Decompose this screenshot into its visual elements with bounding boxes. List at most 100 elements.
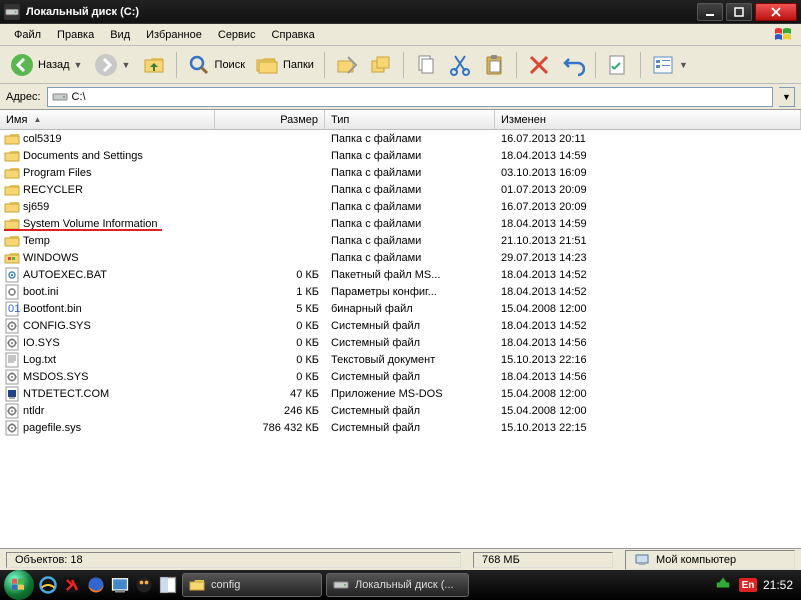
file-row[interactable]: Bootfont.bin5 КБбинарный файл15.04.2008 …: [0, 300, 801, 317]
status-disk: 768 МБ: [473, 552, 613, 568]
file-row[interactable]: RECYCLERПапка с файлами01.07.2013 20:09: [0, 181, 801, 198]
properties-button[interactable]: [602, 51, 634, 79]
language-indicator[interactable]: En: [739, 578, 757, 592]
menu-edit[interactable]: Правка: [49, 27, 102, 43]
col-size[interactable]: Размер: [215, 110, 325, 129]
separator: [176, 52, 177, 78]
file-row[interactable]: TempПапка с файлами21.10.2013 21:51: [0, 232, 801, 249]
forward-button[interactable]: ▼: [90, 51, 136, 79]
separator: [403, 52, 404, 78]
quicklaunch-firefox-icon[interactable]: [86, 575, 106, 595]
close-button[interactable]: [755, 3, 797, 21]
file-type: Системный файл: [325, 371, 495, 383]
col-modified[interactable]: Изменен: [495, 110, 801, 129]
tray-safely-remove-icon[interactable]: [713, 575, 733, 595]
col-type[interactable]: Тип: [325, 110, 495, 129]
folder-icon: [189, 577, 205, 593]
quicklaunch-totalcmd-icon[interactable]: [158, 575, 178, 595]
file-row[interactable]: pagefile.sys786 432 КБСистемный файл15.1…: [0, 419, 801, 436]
file-size: 0 КБ: [215, 354, 325, 366]
status-location: Мой компьютер: [625, 550, 795, 570]
file-size: 5 КБ: [215, 303, 325, 315]
drive-icon: [52, 89, 68, 105]
delete-button[interactable]: [523, 51, 555, 79]
search-button[interactable]: Поиск: [183, 51, 249, 79]
file-row[interactable]: NTDETECT.COM47 КБПриложение MS-DOS15.04.…: [0, 385, 801, 402]
file-row[interactable]: Program FilesПапка с файлами03.10.2013 1…: [0, 164, 801, 181]
sys-icon: [4, 403, 20, 419]
quicklaunch-app-icon[interactable]: [134, 575, 154, 595]
copy-button[interactable]: [410, 51, 442, 79]
separator: [640, 52, 641, 78]
address-input[interactable]: C:\: [47, 87, 773, 107]
quicklaunch-ie-icon[interactable]: [38, 575, 58, 595]
start-button[interactable]: [4, 570, 34, 600]
address-dropdown[interactable]: ▼: [779, 87, 795, 107]
menu-tools[interactable]: Сервис: [210, 27, 264, 43]
dos-icon: [4, 386, 20, 402]
file-size: 0 КБ: [215, 320, 325, 332]
menu-bar: Файл Правка Вид Избранное Сервис Справка: [0, 24, 801, 46]
chevron-down-icon[interactable]: ▼: [122, 60, 132, 70]
file-row[interactable]: MSDOS.SYS0 КБСистемный файл18.04.2013 14…: [0, 368, 801, 385]
status-bar: Объектов: 18 768 МБ Мой компьютер: [0, 548, 801, 570]
folder-icon: [4, 182, 20, 198]
cut-button[interactable]: [444, 51, 476, 79]
copy-to-button[interactable]: [365, 51, 397, 79]
file-name: RECYCLER: [23, 184, 83, 196]
file-type: Приложение MS-DOS: [325, 388, 495, 400]
menu-favorites[interactable]: Избранное: [138, 27, 210, 43]
file-name: boot.ini: [23, 286, 58, 298]
col-name[interactable]: Имя▲: [0, 110, 215, 129]
minimize-button[interactable]: [697, 3, 723, 21]
file-type: Папка с файлами: [325, 184, 495, 196]
taskbar-item-explorer[interactable]: Локальный диск (...: [326, 573, 469, 597]
up-button[interactable]: [138, 51, 170, 79]
file-modified: 15.10.2013 22:16: [495, 354, 801, 366]
file-row[interactable]: WINDOWSПапка с файлами29.07.2013 14:23: [0, 249, 801, 266]
move-to-button[interactable]: [331, 51, 363, 79]
taskbar-item-config[interactable]: config: [182, 573, 322, 597]
address-label: Адрес:: [6, 91, 41, 103]
menu-view[interactable]: Вид: [102, 27, 138, 43]
file-row[interactable]: Documents and SettingsПапка с файлами18.…: [0, 147, 801, 164]
file-modified: 21.10.2013 21:51: [495, 235, 801, 247]
bat-icon: [4, 267, 20, 283]
undo-button[interactable]: [557, 51, 589, 79]
views-button[interactable]: ▼: [647, 51, 693, 79]
menu-file[interactable]: Файл: [6, 27, 49, 43]
file-size: 0 КБ: [215, 269, 325, 281]
paste-button[interactable]: [478, 51, 510, 79]
file-modified: 16.07.2013 20:11: [495, 133, 801, 145]
file-type: Параметры конфиг...: [325, 286, 495, 298]
back-button[interactable]: Назад ▼: [6, 51, 88, 79]
file-row[interactable]: AUTOEXEC.BAT0 КБПакетный файл MS...18.04…: [0, 266, 801, 283]
file-list[interactable]: col5319Папка с файлами16.07.2013 20:11Do…: [0, 130, 801, 548]
menu-help[interactable]: Справка: [264, 27, 323, 43]
file-name: CONFIG.SYS: [23, 320, 91, 332]
file-row[interactable]: System Volume InformationПапка с файлами…: [0, 215, 801, 232]
quicklaunch-kaspersky-icon[interactable]: [62, 575, 82, 595]
folders-button[interactable]: Папки: [251, 51, 318, 79]
file-row[interactable]: IO.SYS0 КБСистемный файл18.04.2013 14:56: [0, 334, 801, 351]
sys-icon: [4, 318, 20, 334]
chevron-down-icon[interactable]: ▼: [679, 60, 689, 70]
chevron-down-icon[interactable]: ▼: [74, 60, 84, 70]
file-name: Documents and Settings: [23, 150, 143, 162]
file-row[interactable]: boot.ini1 КБПараметры конфиг...18.04.201…: [0, 283, 801, 300]
file-row[interactable]: sj659Папка с файлами16.07.2013 20:09: [0, 198, 801, 215]
file-modified: 15.04.2008 12:00: [495, 388, 801, 400]
folder-icon: [4, 131, 20, 147]
file-row[interactable]: CONFIG.SYS0 КБСистемный файл18.04.2013 1…: [0, 317, 801, 334]
file-name: IO.SYS: [23, 337, 60, 349]
file-row[interactable]: ntldr246 КБСистемный файл15.04.2008 12:0…: [0, 402, 801, 419]
separator: [516, 52, 517, 78]
file-row[interactable]: Log.txt0 КБТекстовый документ15.10.2013 …: [0, 351, 801, 368]
file-row[interactable]: col5319Папка с файлами16.07.2013 20:11: [0, 130, 801, 147]
quicklaunch-show-desktop-icon[interactable]: [110, 575, 130, 595]
clock[interactable]: 21:52: [763, 578, 793, 592]
maximize-button[interactable]: [726, 3, 752, 21]
file-type: Системный файл: [325, 320, 495, 332]
bin-icon: [4, 301, 20, 317]
file-type: Текстовый документ: [325, 354, 495, 366]
